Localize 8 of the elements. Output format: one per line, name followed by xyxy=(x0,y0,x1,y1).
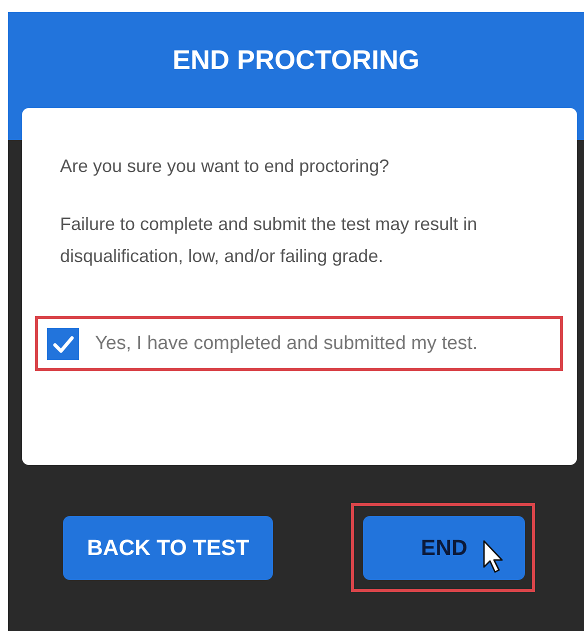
cursor-icon xyxy=(483,540,506,574)
checkbox[interactable] xyxy=(47,328,79,360)
message-text: Failure to complete and submit the test may result in disqualification, low, and/or failing grade. xyxy=(60,213,478,268)
back-button[interactable]: BACK TO TEST xyxy=(63,516,274,580)
dialog-title: END PROCTORING xyxy=(171,44,421,76)
message-text: Are you sure you want to end proctoring? xyxy=(60,155,390,178)
end-button[interactable]: END xyxy=(363,516,526,580)
checkbox-label: Yes, I have completed and submitted my test. xyxy=(95,332,478,354)
